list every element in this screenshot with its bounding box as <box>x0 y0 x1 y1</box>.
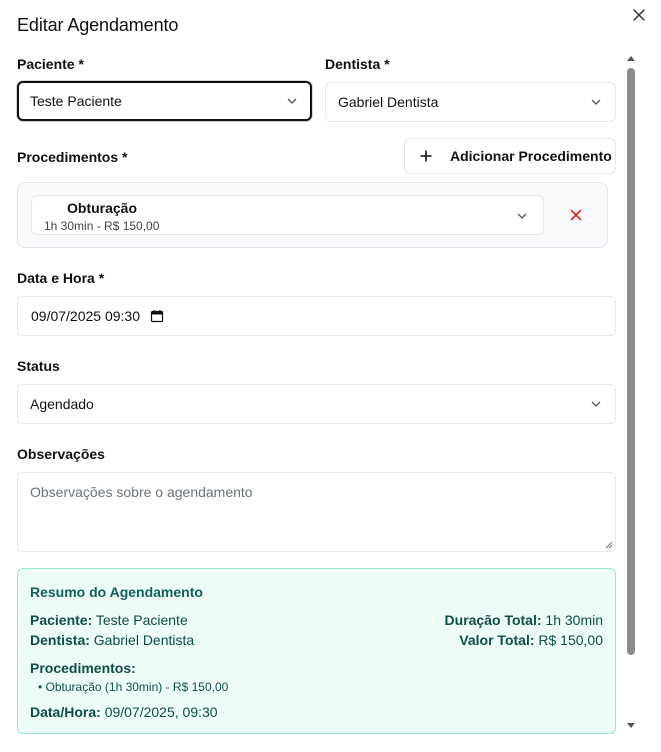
scroll-down-arrow-icon[interactable] <box>626 722 636 730</box>
observacoes-placeholder: Observações sobre o agendamento <box>30 484 253 500</box>
add-procedure-button[interactable]: Adicionar Procedimento <box>404 138 616 174</box>
summary-paciente-value: Teste Paciente <box>95 612 188 628</box>
summary-paciente-label: Paciente: <box>30 612 93 628</box>
summary-procedure-item: • Obturação (1h 30min) - R$ 150,00 <box>38 680 229 694</box>
summary-datahora-value: 09/07/2025, 09:30 <box>104 704 218 720</box>
summary-panel: Resumo do Agendamento Paciente: Teste Pa… <box>17 568 616 734</box>
procedure-name: Obturação <box>67 200 138 216</box>
status-label: Status <box>17 358 60 374</box>
paciente-value: Teste Paciente <box>30 93 122 109</box>
chevron-down-icon <box>517 213 527 219</box>
summary-duracao: Duração Total: 1h 30min <box>445 612 603 628</box>
close-icon[interactable] <box>631 7 647 23</box>
procedimentos-label: Procedimentos * <box>17 149 128 165</box>
summary-title: Resumo do Agendamento <box>30 584 203 600</box>
status-value: Agendado <box>30 396 94 412</box>
paciente-select[interactable]: Teste Paciente <box>17 81 312 121</box>
dentista-select[interactable]: Gabriel Dentista <box>325 82 616 122</box>
datetime-value: 09/07/2025 09:30 <box>31 308 140 324</box>
summary-duracao-value: 1h 30min <box>545 612 603 628</box>
observacoes-label: Observações <box>17 446 105 462</box>
summary-procedimentos-label: Procedimentos: <box>30 660 136 676</box>
remove-procedure-icon[interactable] <box>569 208 583 222</box>
summary-datahora-label: Data/Hora: <box>30 704 101 720</box>
scrollbar-thumb[interactable] <box>627 68 635 655</box>
datahora-label: Data e Hora * <box>17 270 105 286</box>
summary-duracao-label: Duração Total: <box>444 612 542 628</box>
resize-handle-icon[interactable] <box>605 541 613 549</box>
summary-datahora: Data/Hora: 09/07/2025, 09:30 <box>30 704 218 720</box>
datetime-input[interactable]: 09/07/2025 09:30 <box>17 296 616 336</box>
summary-dentista-value: Gabriel Dentista <box>93 632 195 648</box>
summary-dentista-label: Dentista: <box>30 632 90 648</box>
summary-procedimentos-label-text: Procedimentos: <box>30 660 136 676</box>
dentista-label: Dentista * <box>325 56 390 72</box>
plus-icon <box>420 150 432 162</box>
procedure-select[interactable]: Obturação 1h 30min - R$ 150,00 <box>31 195 544 235</box>
scroll-up-arrow-icon[interactable] <box>626 54 636 62</box>
add-procedure-label: Adicionar Procedimento <box>450 148 612 164</box>
observacoes-textarea[interactable]: Observações sobre o agendamento <box>17 472 616 552</box>
procedures-list: Obturação 1h 30min - R$ 150,00 <box>17 182 608 248</box>
dialog-title: Editar Agendamento <box>17 15 179 35</box>
status-select[interactable]: Agendado <box>17 384 616 424</box>
summary-dentista: Dentista: Gabriel Dentista <box>30 632 194 648</box>
calendar-icon[interactable] <box>150 309 164 323</box>
summary-paciente: Paciente: Teste Paciente <box>30 612 188 628</box>
chevron-down-icon <box>591 401 601 407</box>
summary-valor-label: Valor Total: <box>459 632 535 648</box>
procedure-detail: 1h 30min - R$ 150,00 <box>44 219 160 233</box>
summary-valor: Valor Total: R$ 150,00 <box>459 632 603 648</box>
summary-valor-value: R$ 150,00 <box>538 632 603 648</box>
chevron-down-icon <box>287 98 297 104</box>
chevron-down-icon <box>591 99 601 105</box>
dentista-value: Gabriel Dentista <box>338 94 439 110</box>
paciente-label: Paciente * <box>17 56 84 72</box>
